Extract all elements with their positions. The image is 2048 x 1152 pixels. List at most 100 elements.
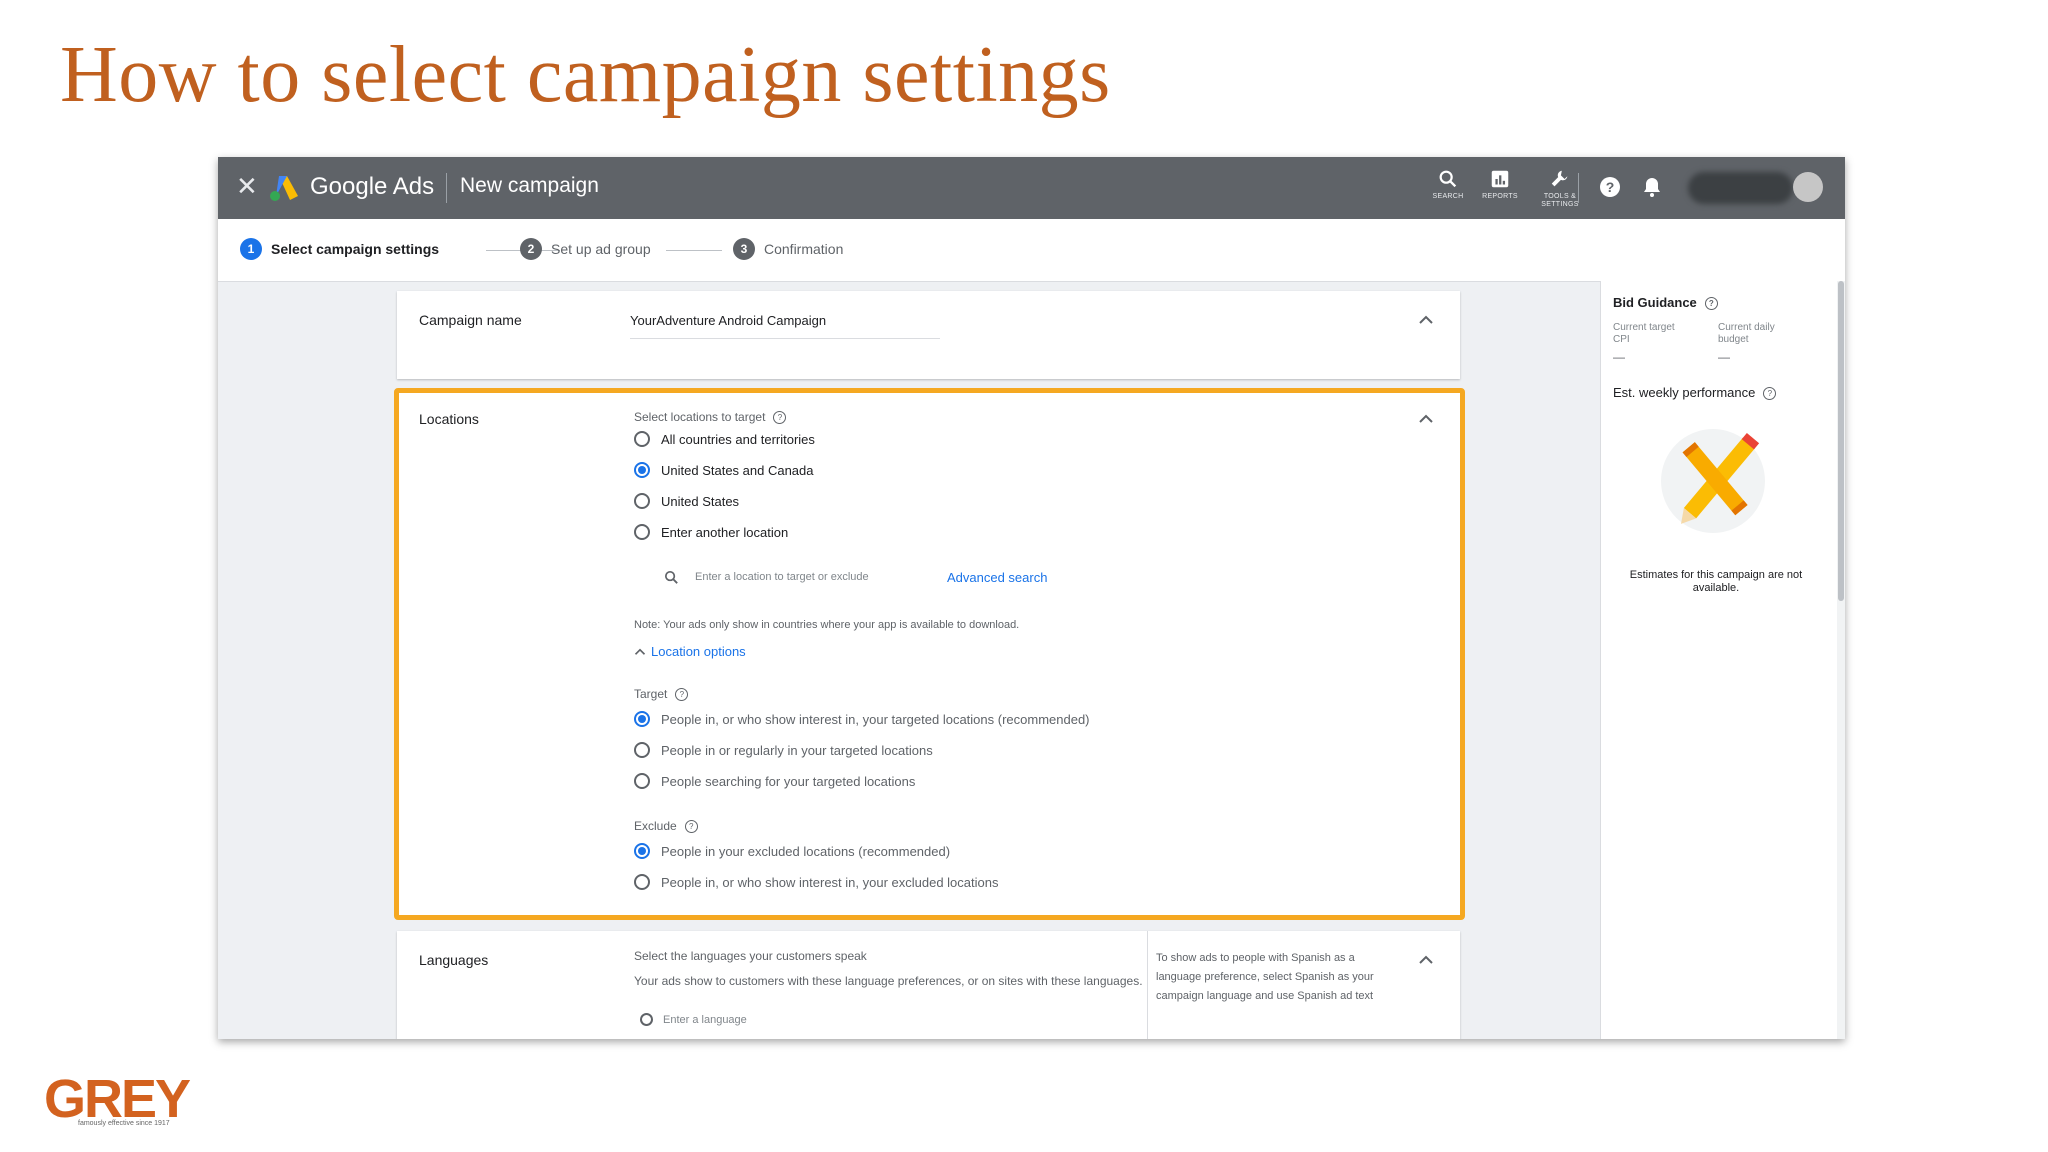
- weekly-performance-title: Est. weekly performance?: [1613, 385, 1777, 401]
- target-heading-text: Target: [634, 687, 668, 701]
- wrench-icon: [1551, 170, 1568, 187]
- avatar[interactable]: [1793, 172, 1823, 202]
- current-target-value: —: [1613, 350, 1625, 364]
- radio-label: People searching for your targeted locat…: [661, 773, 916, 789]
- weekly-performance-title-text: Est. weekly performance: [1613, 385, 1756, 400]
- languages-label: Languages: [419, 952, 489, 968]
- radio-button[interactable]: [634, 742, 650, 758]
- step-label: Select campaign settings: [271, 241, 440, 257]
- languages-divider: [1147, 931, 1148, 1039]
- step-number: 1: [240, 238, 262, 260]
- radio-button-selected[interactable]: [634, 711, 650, 727]
- languages-hint: To show ads to people with Spanish as a …: [1156, 952, 1374, 1002]
- campaign-name-label: Campaign name: [419, 312, 522, 328]
- step-select-campaign-settings[interactable]: 1 Select campaign settings: [240, 238, 439, 260]
- radio-button: [640, 1013, 653, 1026]
- step-number: 2: [520, 238, 542, 260]
- grey-logo-tagline: famously effective since 1917: [78, 1120, 170, 1127]
- location-option-us[interactable]: United States: [634, 493, 739, 509]
- reports-icon: [1491, 170, 1509, 188]
- topbar-divider: [446, 173, 447, 203]
- locations-label: Locations: [419, 411, 479, 427]
- search-icon: [664, 570, 678, 584]
- location-search-input[interactable]: Enter a location to target or exclude: [695, 571, 869, 583]
- locations-note: Note: Your ads only show in countries wh…: [634, 619, 1020, 631]
- step-connector: [666, 250, 722, 251]
- chevron-up-icon[interactable]: [1418, 315, 1434, 325]
- scrollbar-thumb[interactable]: [1838, 281, 1844, 601]
- language-input[interactable]: Enter a language: [640, 1013, 747, 1026]
- language-input-placeholder: Enter a language: [663, 1013, 747, 1026]
- help-icon[interactable]: ?: [1763, 387, 1777, 401]
- current-budget-label: Current daily budget: [1718, 322, 1775, 345]
- locations-card: Locations Select locations to target? Al…: [397, 391, 1460, 917]
- location-option-enter-another[interactable]: Enter another location: [634, 524, 788, 540]
- radio-button[interactable]: [634, 874, 650, 890]
- account-info-blurred[interactable]: [1688, 172, 1793, 204]
- radio-label: People in your excluded locations (recom…: [661, 843, 951, 859]
- radio-button[interactable]: [634, 431, 650, 447]
- chevron-up-icon[interactable]: [1418, 955, 1434, 965]
- pencil-cross-icon: [1661, 429, 1765, 533]
- current-budget-value: —: [1718, 350, 1730, 364]
- radio-button-selected[interactable]: [634, 462, 650, 478]
- help-icon[interactable]: ?: [684, 820, 698, 834]
- help-icon[interactable]: ?: [773, 411, 787, 425]
- radio-button[interactable]: [634, 493, 650, 509]
- radio-label: Enter another location: [661, 524, 789, 540]
- target-option-regularly[interactable]: People in or regularly in your targeted …: [634, 742, 933, 758]
- location-option-us-canada[interactable]: United States and Canada: [634, 462, 814, 478]
- reports-button[interactable]: REPORTS: [1475, 167, 1525, 201]
- step-set-up-ad-group[interactable]: 2 Set up ad group: [520, 238, 651, 260]
- radio-label: All countries and territories: [661, 431, 815, 447]
- locations-prompt: Select locations to target?: [634, 410, 787, 425]
- radio-label: United States: [661, 493, 740, 509]
- slide-title: How to select campaign settings: [60, 31, 1111, 119]
- campaign-stepper: 1 Select campaign settings 2 Set up ad g…: [218, 219, 1845, 282]
- page-title: New campaign: [460, 174, 599, 197]
- radio-button[interactable]: [634, 524, 650, 540]
- estimates-unavailable-message: Estimates for this campaign are not avai…: [1629, 569, 1803, 594]
- radio-label: People in or regularly in your targeted …: [661, 742, 933, 758]
- tools-settings-button[interactable]: TOOLS & SETTINGS: [1532, 167, 1588, 209]
- target-option-interest[interactable]: People in, or who show interest in, your…: [634, 711, 1090, 727]
- location-option-all-countries[interactable]: All countries and territories: [634, 431, 815, 447]
- exclude-option-excluded[interactable]: People in your excluded locations (recom…: [634, 843, 950, 859]
- languages-card: Languages Select the languages your cust…: [397, 931, 1460, 1039]
- step-label: Confirmation: [764, 241, 844, 257]
- search-icon: [1439, 170, 1457, 188]
- help-icon[interactable]: ?: [1704, 297, 1718, 311]
- campaign-name-card: Campaign name YourAdventure Android Camp…: [397, 291, 1460, 379]
- radio-label: People in, or who show interest in, your…: [661, 711, 1090, 727]
- radio-button-selected[interactable]: [634, 843, 650, 859]
- help-icon[interactable]: ?: [675, 688, 689, 702]
- reports-label: REPORTS: [1482, 193, 1518, 200]
- chevron-up-icon[interactable]: [1418, 414, 1434, 424]
- scrollbar[interactable]: [1837, 281, 1845, 1039]
- chevron-up-icon: [634, 648, 646, 655]
- target-option-searching[interactable]: People searching for your targeted locat…: [634, 773, 915, 789]
- grey-logo: GREY: [44, 1069, 191, 1129]
- bid-guidance-panel: Bid Guidance? Current target CPI — Curre…: [1600, 281, 1841, 1039]
- step-number: 3: [733, 238, 755, 260]
- search-button[interactable]: SEARCH: [1423, 167, 1473, 201]
- campaign-name-input[interactable]: YourAdventure Android Campaign: [630, 313, 940, 339]
- current-target-label: Current target CPI: [1613, 322, 1675, 345]
- google-ads-screenshot: ✕ Google Ads New campaign SEARCH REPORTS: [218, 157, 1845, 1039]
- radio-button[interactable]: [634, 773, 650, 789]
- location-options-toggle[interactable]: Location options: [634, 644, 746, 659]
- close-icon[interactable]: ✕: [236, 171, 258, 202]
- exclude-heading-text: Exclude: [634, 819, 677, 833]
- search-label: SEARCH: [1432, 193, 1464, 200]
- exclude-option-interest[interactable]: People in, or who show interest in, your…: [634, 874, 998, 890]
- bid-guidance-title: Bid Guidance?: [1613, 295, 1718, 311]
- bell-icon[interactable]: [1640, 175, 1664, 199]
- target-heading: Target?: [634, 687, 689, 702]
- advanced-search-link[interactable]: Advanced search: [947, 570, 1047, 585]
- languages-prompt: Select the languages your customers spea…: [634, 949, 867, 963]
- exclude-heading: Exclude?: [634, 819, 698, 834]
- tools-settings-label: TOOLS & SETTINGS: [1541, 193, 1579, 208]
- step-confirmation[interactable]: 3 Confirmation: [733, 238, 843, 260]
- top-app-bar: ✕ Google Ads New campaign SEARCH REPORTS: [218, 157, 1845, 219]
- help-icon[interactable]: ?: [1598, 175, 1622, 199]
